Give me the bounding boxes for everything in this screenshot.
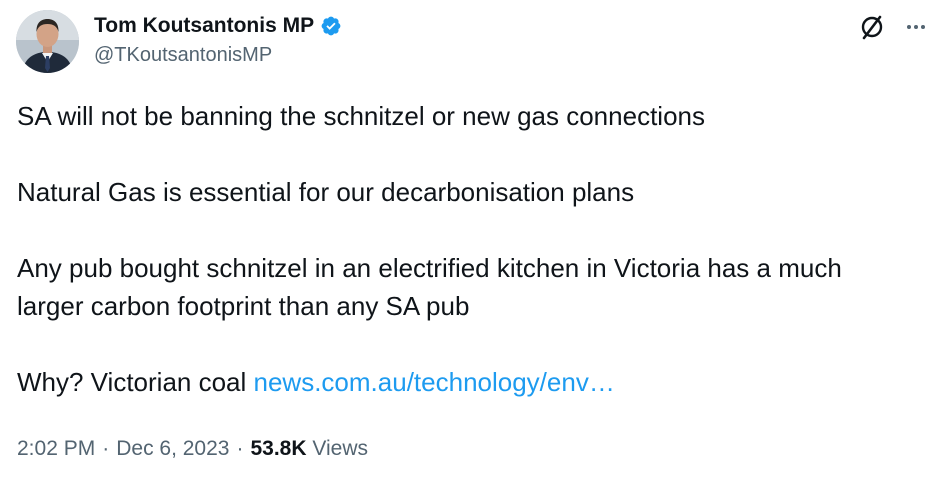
- views-count[interactable]: 53.8K: [250, 437, 306, 460]
- article-link[interactable]: news.com.au/technology/env…: [254, 367, 615, 397]
- tweet-line: Natural Gas is essential for our decarbo…: [17, 177, 635, 207]
- author-handle[interactable]: @TKoutsantonisMP: [94, 44, 272, 67]
- meta-separator: ·: [236, 437, 244, 460]
- tweet-time[interactable]: 2:02 PM: [17, 437, 95, 460]
- tweet-line-text: Why? Victorian coal: [17, 367, 254, 397]
- author-name[interactable]: Tom Koutsantonis MP: [94, 14, 314, 38]
- views-label: Views: [312, 437, 368, 460]
- verified-badge-icon[interactable]: [320, 15, 342, 37]
- tweet-line: larger carbon footprint than any SA pub: [17, 291, 470, 321]
- tweet-meta: 2:02 PM · Dec 6, 2023 · 53.8K Views: [17, 437, 368, 461]
- tweet-date[interactable]: Dec 6, 2023: [116, 437, 229, 460]
- tweet-line: Why? Victorian coal news.com.au/technolo…: [17, 363, 932, 401]
- tweet: Tom Koutsantonis MP @TKoutsantonisMP SA …: [0, 0, 944, 479]
- avatar[interactable]: [16, 10, 79, 73]
- author-name-row: Tom Koutsantonis MP: [94, 12, 342, 40]
- tweet-text: SA will not be banning the schnitzel or …: [17, 97, 932, 401]
- tweet-line: Any pub bought schnitzel in an electrifi…: [17, 253, 842, 283]
- tweet-line: SA will not be banning the schnitzel or …: [17, 101, 705, 131]
- avatar-image: [16, 10, 79, 73]
- top-actions: [858, 10, 928, 44]
- grok-icon[interactable]: [858, 13, 886, 41]
- more-icon[interactable]: [904, 15, 928, 39]
- meta-separator: ·: [102, 437, 110, 460]
